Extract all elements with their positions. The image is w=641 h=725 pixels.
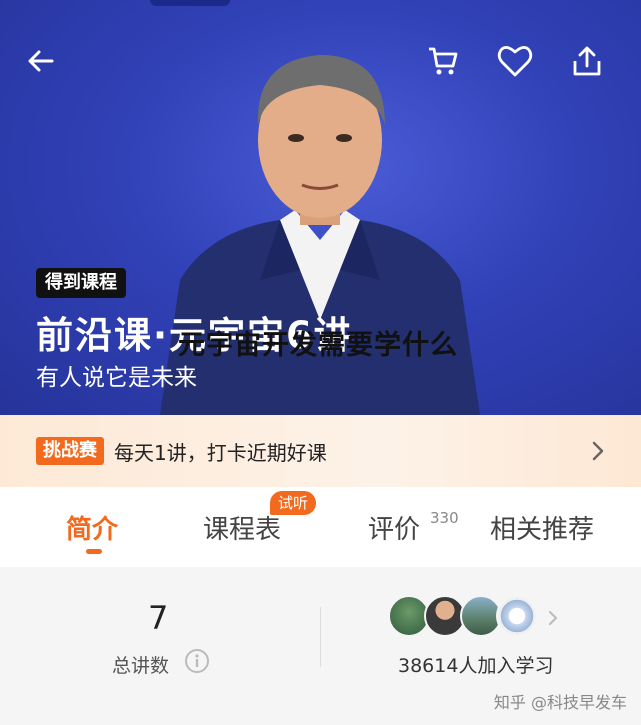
heart-icon	[497, 46, 533, 77]
tab-reviews[interactable]: 评价	[368, 509, 420, 546]
stats-divider	[320, 607, 321, 667]
learner-avatars[interactable]	[388, 595, 538, 639]
tab-recommendations[interactable]: 相关推荐	[490, 509, 594, 546]
overlay-caption: 元宇宙开发需要学什么	[178, 330, 458, 361]
info-icon[interactable]	[184, 648, 210, 674]
trial-badge: 试听	[270, 491, 317, 515]
hero-top-decoration	[150, 0, 230, 6]
share-icon	[573, 46, 601, 76]
learner-count: 38614人加入学习	[398, 655, 554, 677]
challenge-badge: 挑战赛	[36, 437, 104, 465]
lecture-count-label: 总讲数	[112, 655, 170, 677]
course-hero-banner: 得到课程 前沿课·元宇宙6讲 有人说它是未来 元宇宙开发需要学什么	[0, 0, 641, 415]
chevron-right-icon	[549, 611, 557, 625]
cart-icon	[429, 47, 458, 75]
course-subtitle: 有人说它是未来	[36, 365, 197, 391]
watermark: 知乎 @科技早发车	[493, 693, 627, 712]
challenge-text: 每天1讲，打卡近期好课	[114, 440, 327, 465]
lecture-count: 7	[148, 599, 169, 637]
course-provider-tag: 得到课程	[36, 268, 126, 298]
tab-intro[interactable]: 简介	[66, 509, 118, 546]
cart-button[interactable]	[422, 40, 464, 82]
active-tab-indicator	[86, 549, 102, 554]
back-button[interactable]	[20, 40, 62, 82]
course-stats: 7 总讲数 38614人加入学习 知乎 @科技早发车	[0, 567, 641, 725]
review-count: 330	[430, 509, 459, 527]
chevron-right-icon	[592, 441, 604, 461]
challenge-banner[interactable]: 挑战赛 每天1讲，打卡近期好课	[0, 415, 641, 487]
course-tabs: 简介 课程表 试听 评价 330 相关推荐	[0, 487, 641, 567]
avatar	[496, 595, 538, 637]
favorite-button[interactable]	[494, 40, 536, 82]
share-button[interactable]	[566, 40, 608, 82]
tab-syllabus[interactable]: 课程表	[203, 509, 281, 546]
arrow-left-icon	[28, 50, 54, 72]
